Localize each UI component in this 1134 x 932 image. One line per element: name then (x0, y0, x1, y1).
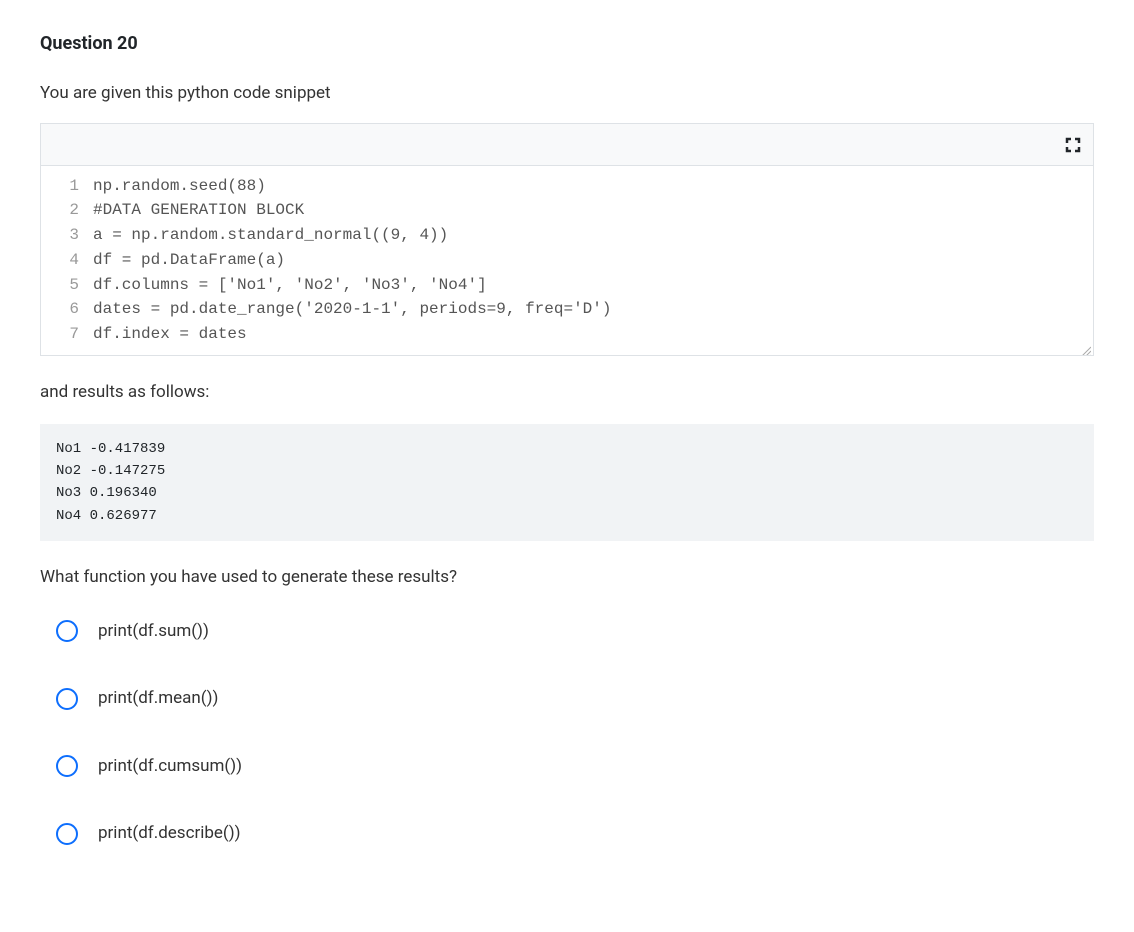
resize-handle-icon[interactable] (1079, 341, 1091, 353)
expand-icon[interactable] (1065, 136, 1081, 152)
question-prompt: What function you have used to generate … (40, 565, 1094, 591)
results-intro: and results as follows: (40, 380, 1094, 406)
line-code: #DATA GENERATION BLOCK (93, 198, 1093, 223)
option-sum[interactable]: print(df.sum()) (56, 619, 1094, 645)
line-number: 4 (41, 248, 93, 273)
code-line: 7 df.index = dates (41, 322, 1093, 347)
radio-icon[interactable] (56, 688, 78, 710)
options-group: print(df.sum()) print(df.mean()) print(d… (40, 619, 1094, 847)
line-code: a = np.random.standard_normal((9, 4)) (93, 223, 1093, 248)
code-line: 5 df.columns = ['No1', 'No2', 'No3', 'No… (41, 273, 1093, 298)
question-title: Question 20 (40, 30, 1094, 57)
code-line: 3 a = np.random.standard_normal((9, 4)) (41, 223, 1093, 248)
code-container: 1 np.random.seed(88) 2 #DATA GENERATION … (40, 123, 1094, 357)
line-number: 6 (41, 297, 93, 322)
option-label: print(df.sum()) (98, 619, 209, 645)
line-number: 1 (41, 174, 93, 199)
option-label: print(df.describe()) (98, 821, 241, 847)
line-number: 2 (41, 198, 93, 223)
option-cumsum[interactable]: print(df.cumsum()) (56, 754, 1094, 780)
line-code: np.random.seed(88) (93, 174, 1093, 199)
radio-icon[interactable] (56, 755, 78, 777)
radio-icon[interactable] (56, 823, 78, 845)
line-code: df = pd.DataFrame(a) (93, 248, 1093, 273)
code-line: 4 df = pd.DataFrame(a) (41, 248, 1093, 273)
line-number: 5 (41, 273, 93, 298)
code-line: 2 #DATA GENERATION BLOCK (41, 198, 1093, 223)
code-body: 1 np.random.seed(88) 2 #DATA GENERATION … (41, 166, 1093, 356)
line-code: df.index = dates (93, 322, 1093, 347)
radio-icon[interactable] (56, 620, 78, 642)
results-block: No1 -0.417839 No2 -0.147275 No3 0.196340… (40, 424, 1094, 542)
line-code: dates = pd.date_range('2020-1-1', period… (93, 297, 1093, 322)
option-mean[interactable]: print(df.mean()) (56, 686, 1094, 712)
line-number: 3 (41, 223, 93, 248)
option-label: print(df.mean()) (98, 686, 218, 712)
line-number: 7 (41, 322, 93, 347)
code-line: 6 dates = pd.date_range('2020-1-1', peri… (41, 297, 1093, 322)
code-header (41, 124, 1093, 166)
code-line: 1 np.random.seed(88) (41, 174, 1093, 199)
question-intro: You are given this python code snippet (40, 81, 1094, 107)
line-code: df.columns = ['No1', 'No2', 'No3', 'No4'… (93, 273, 1093, 298)
option-label: print(df.cumsum()) (98, 754, 242, 780)
option-describe[interactable]: print(df.describe()) (56, 821, 1094, 847)
